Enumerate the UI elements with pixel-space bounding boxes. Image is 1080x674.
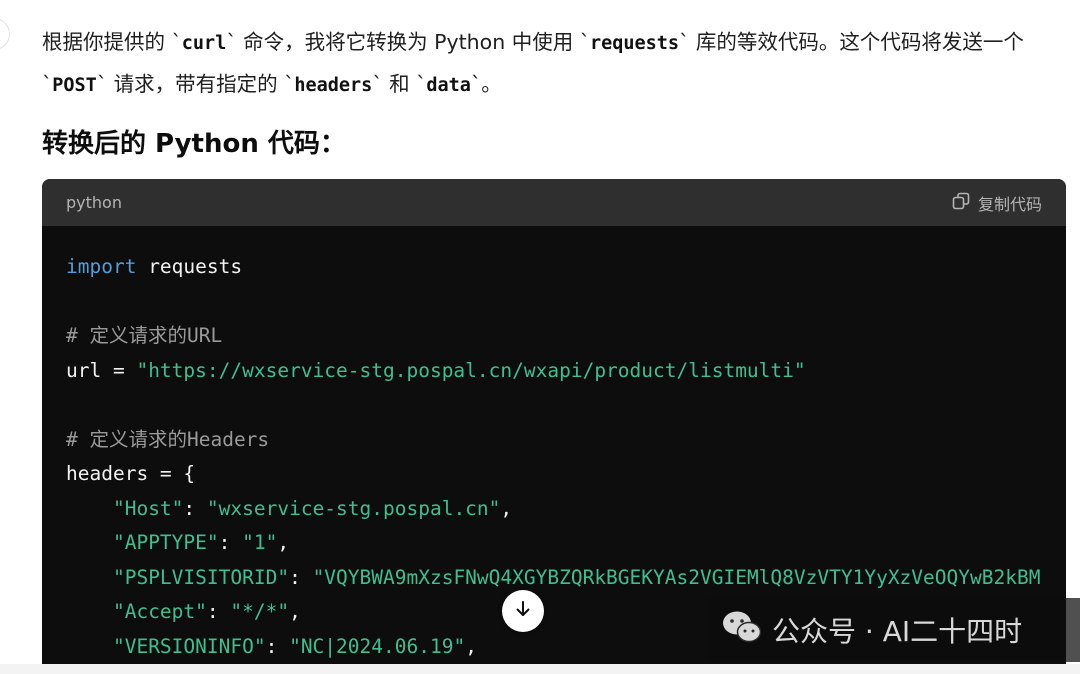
bottom-edge [0,664,1080,674]
watermark-text: 公众号 · AI二十四时 [772,615,1023,648]
intro-text: `。 [470,72,502,96]
arrow-down-icon [513,599,533,623]
code-text: url = [66,358,137,382]
section-heading: 转换后的 Python 代码： [42,129,346,159]
chat-page: 根据你提供的 `curl` 命令，我将它转换为 Python 中使用 `requ… [0,0,1080,674]
intro-text: 根据你提供的 ` [42,30,182,54]
code-language-label: python [66,193,122,212]
code-string: "Accept" [112,600,207,623]
code-line: "Host": "wxservice-stg.pospal.cn", [112,496,513,520]
intro-text: ` 命令，我将它转换为 Python 中使用 ` [226,30,590,54]
inline-code-post: POST [52,75,97,96]
code-string: "Host" [112,496,184,520]
code-string: "VQYBWA9mXzsFNwQ4XGYBZQRkBGEKYAs2VGIEMlQ… [312,565,1041,589]
code-comment: # 定义请求的Headers [66,427,270,451]
intro-paragraph: 根据你提供的 `curl` 命令，我将它转换为 Python 中使用 `requ… [42,22,1066,106]
code-string: "PSPLVISITORID" [112,565,290,589]
code-line: headers = { [66,462,196,485]
code-string: "https://wxservice-stg.pospal.cn/wxapi/p… [136,358,806,382]
code-text: requests [136,255,243,278]
intro-text: ` 和 ` [372,72,427,96]
copy-code-button[interactable]: 复制代码 [952,191,1042,215]
code-line: "APPTYPE": "1", [112,531,290,554]
code-comment: # 定义请求的URL [66,324,223,347]
inline-code-data: data [426,75,471,96]
inline-code-requests: requests [589,33,680,54]
code-string: "NC|2024.06.19" [289,634,466,658]
code-line: import requests [66,250,1066,285]
scroll-to-bottom-button[interactable] [502,590,544,632]
intro-text: ` 请求，带有指定的 ` [96,72,295,96]
code-line: url = "https://wxservice-stg.pospal.cn/w… [66,354,1066,389]
assistant-avatar [0,18,10,50]
code-block-header: python 复制代码 [42,179,1066,226]
copy-code-label: 复制代码 [977,194,1042,214]
code-string: "*/*" [230,600,290,623]
code-keyword: import [66,255,137,278]
inline-code-curl: curl [181,33,227,54]
code-string: "VERSIONINFO" [112,634,266,658]
inline-code-headers: headers [294,75,373,96]
wechat-icon [722,610,762,651]
code-string: "APPTYPE" [112,531,219,554]
copy-icon [952,192,970,214]
code-string: "1" [242,531,278,554]
code-line: "PSPLVISITORID": "VQYBWA9mXzsFNwQ4XGYBZQ… [112,565,1041,589]
watermark: 公众号 · AI二十四时 [706,598,1080,662]
code-string: "wxservice-stg.pospal.cn" [206,496,501,520]
